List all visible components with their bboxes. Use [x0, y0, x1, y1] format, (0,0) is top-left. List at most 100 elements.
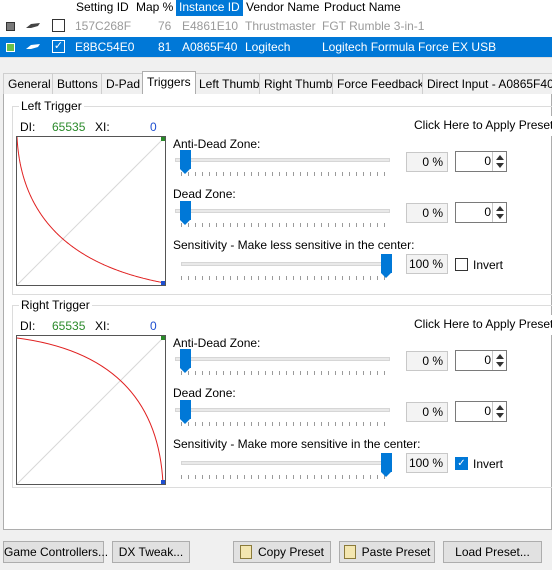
dx-tweak-button[interactable]: DX Tweak... — [112, 541, 190, 563]
stepper-value: 0 — [484, 154, 491, 168]
arrow-down-icon[interactable] — [496, 362, 504, 367]
tab-triggers[interactable]: Triggers — [142, 71, 196, 94]
tab-buttons[interactable]: Buttons — [52, 73, 103, 94]
setting-id-cell: 157C268F — [75, 19, 132, 33]
dead-zone-track — [175, 209, 390, 213]
map-pct-cell: 81 — [158, 40, 172, 54]
vendor-cell: Thrustmaster — [245, 19, 316, 33]
tab-direct-input[interactable]: Direct Input - A0865F40 — [422, 73, 552, 94]
xi-value: 0 — [150, 319, 157, 333]
sensitivity-label: Sensitivity - Make less sensitive in the… — [173, 238, 415, 252]
arrow-down-icon[interactable] — [496, 163, 504, 168]
response-curve-graph — [16, 136, 166, 286]
tab-right-thumb[interactable]: Right Thumb — [259, 73, 338, 94]
apply-preset-button[interactable]: Click Here to Apply Preset — [408, 116, 552, 136]
anti-dead-zone-stepper[interactable]: 0 — [455, 151, 507, 172]
dead-zone-label: Dead Zone: — [173, 386, 236, 400]
arrow-up-icon[interactable] — [496, 206, 504, 211]
xi-label: XI: — [95, 120, 110, 134]
instance-id-cell: E4861E10 — [182, 19, 239, 33]
stepper-value: 0 — [484, 404, 491, 418]
tab-d-pad[interactable]: D-Pad — [101, 73, 146, 94]
arrow-down-icon[interactable] — [496, 413, 504, 418]
tab-force-feedback[interactable]: Force Feedback — [332, 73, 429, 94]
button-label: Paste Preset — [361, 545, 431, 559]
vendor-cell: Logitech — [245, 40, 291, 54]
status-indicator — [6, 43, 15, 52]
slider-ticks — [181, 371, 391, 375]
controller-icon — [26, 23, 40, 28]
di-label: DI: — [20, 120, 36, 134]
arrow-up-icon[interactable] — [496, 155, 504, 160]
product-cell: Logitech Formula Force EX USB — [322, 40, 497, 54]
column-product-name[interactable]: Product Name — [324, 0, 401, 16]
stepper-buttons[interactable] — [492, 152, 506, 171]
apply-preset-button[interactable]: Click Here to Apply Preset — [408, 315, 552, 335]
slider-ticks — [181, 223, 391, 227]
slider-ticks — [181, 276, 391, 280]
stepper-buttons[interactable] — [492, 402, 506, 421]
status-indicator — [6, 22, 15, 31]
arrow-up-icon[interactable] — [496, 405, 504, 410]
copy-preset-button[interactable]: Copy Preset — [233, 541, 331, 563]
sensitivity-label: Sensitivity - Make more sensitive in the… — [173, 437, 421, 451]
sensitivity-slider[interactable] — [381, 254, 392, 278]
anti-dead-zone-percent: 0 % — [406, 351, 448, 371]
response-curve-graph — [16, 335, 166, 485]
di-value: 65535 — [52, 319, 86, 333]
response-curve — [17, 336, 165, 484]
button-label: DX Tweak... — [118, 545, 184, 559]
tab-left-thumb[interactable]: Left Thumb — [194, 73, 265, 94]
setting-id-cell: E8BC54E0 — [75, 40, 135, 54]
device-list[interactable]: Setting ID Map % Instance ID Vendor Name… — [0, 0, 552, 58]
dead-zone-stepper[interactable]: 0 — [455, 401, 507, 422]
xi-value: 0 — [150, 120, 157, 134]
device-enable-checkbox[interactable]: ✓ — [52, 40, 65, 53]
instance-id-cell: A0865F40 — [182, 40, 238, 54]
column-setting-id[interactable]: Setting ID — [76, 0, 129, 16]
device-row[interactable]: ✓ E8BC54E0 81 A0865F40 Logitech Logitech… — [0, 37, 552, 57]
group-title: Right Trigger — [19, 298, 92, 312]
sensitivity-percent: 100 % — [406, 453, 448, 473]
anti-dead-zone-slider[interactable] — [180, 150, 191, 174]
button-label: Copy Preset — [257, 545, 325, 559]
tab-general[interactable]: General — [3, 73, 56, 94]
paste-preset-button[interactable]: Paste Preset — [339, 541, 435, 563]
dead-zone-percent: 0 % — [406, 402, 448, 422]
game-controllers-button[interactable]: Game Controllers... — [3, 541, 108, 563]
arrow-up-icon[interactable] — [496, 354, 504, 359]
arrow-down-icon[interactable] — [496, 214, 504, 219]
sensitivity-percent: 100 % — [406, 254, 448, 274]
dead-zone-percent: 0 % — [406, 203, 448, 223]
device-list-header: Setting ID Map % Instance ID Vendor Name… — [0, 0, 552, 16]
load-preset-button[interactable]: Load Preset... — [443, 541, 542, 563]
sensitivity-track — [181, 461, 391, 465]
anti-dead-zone-track — [175, 357, 390, 361]
anti-dead-zone-track — [175, 158, 390, 162]
dead-zone-stepper[interactable]: 0 — [455, 202, 507, 223]
device-row[interactable]: 157C268F 76 E4861E10 Thrustmaster FGT Ru… — [0, 16, 552, 36]
product-cell: FGT Rumble 3-in-1 — [322, 19, 425, 33]
column-map-pct[interactable]: Map % — [136, 0, 173, 16]
column-instance-id[interactable]: Instance ID — [176, 0, 243, 16]
invert-checkbox[interactable]: ✓ — [455, 457, 468, 470]
device-enable-checkbox[interactable] — [52, 19, 65, 32]
invert-label: Invert — [473, 258, 504, 272]
button-label: Load Preset... — [455, 545, 530, 559]
invert-label: Invert — [473, 457, 504, 471]
dead-zone-slider[interactable] — [180, 400, 191, 424]
sensitivity-slider[interactable] — [381, 453, 392, 477]
anti-dead-zone-stepper[interactable]: 0 — [455, 350, 507, 371]
button-label: Game Controllers... — [4, 545, 109, 559]
paste-icon — [343, 545, 356, 559]
stepper-buttons[interactable] — [492, 351, 506, 370]
slider-ticks — [181, 172, 391, 176]
dead-zone-slider[interactable] — [180, 201, 191, 225]
copy-icon — [239, 545, 252, 559]
column-vendor-name[interactable]: Vendor Name — [246, 0, 319, 16]
anti-dead-zone-slider[interactable] — [180, 349, 191, 373]
stepper-buttons[interactable] — [492, 203, 506, 222]
invert-checkbox[interactable] — [455, 258, 468, 271]
dead-zone-track — [175, 408, 390, 412]
controller-icon — [26, 44, 40, 49]
